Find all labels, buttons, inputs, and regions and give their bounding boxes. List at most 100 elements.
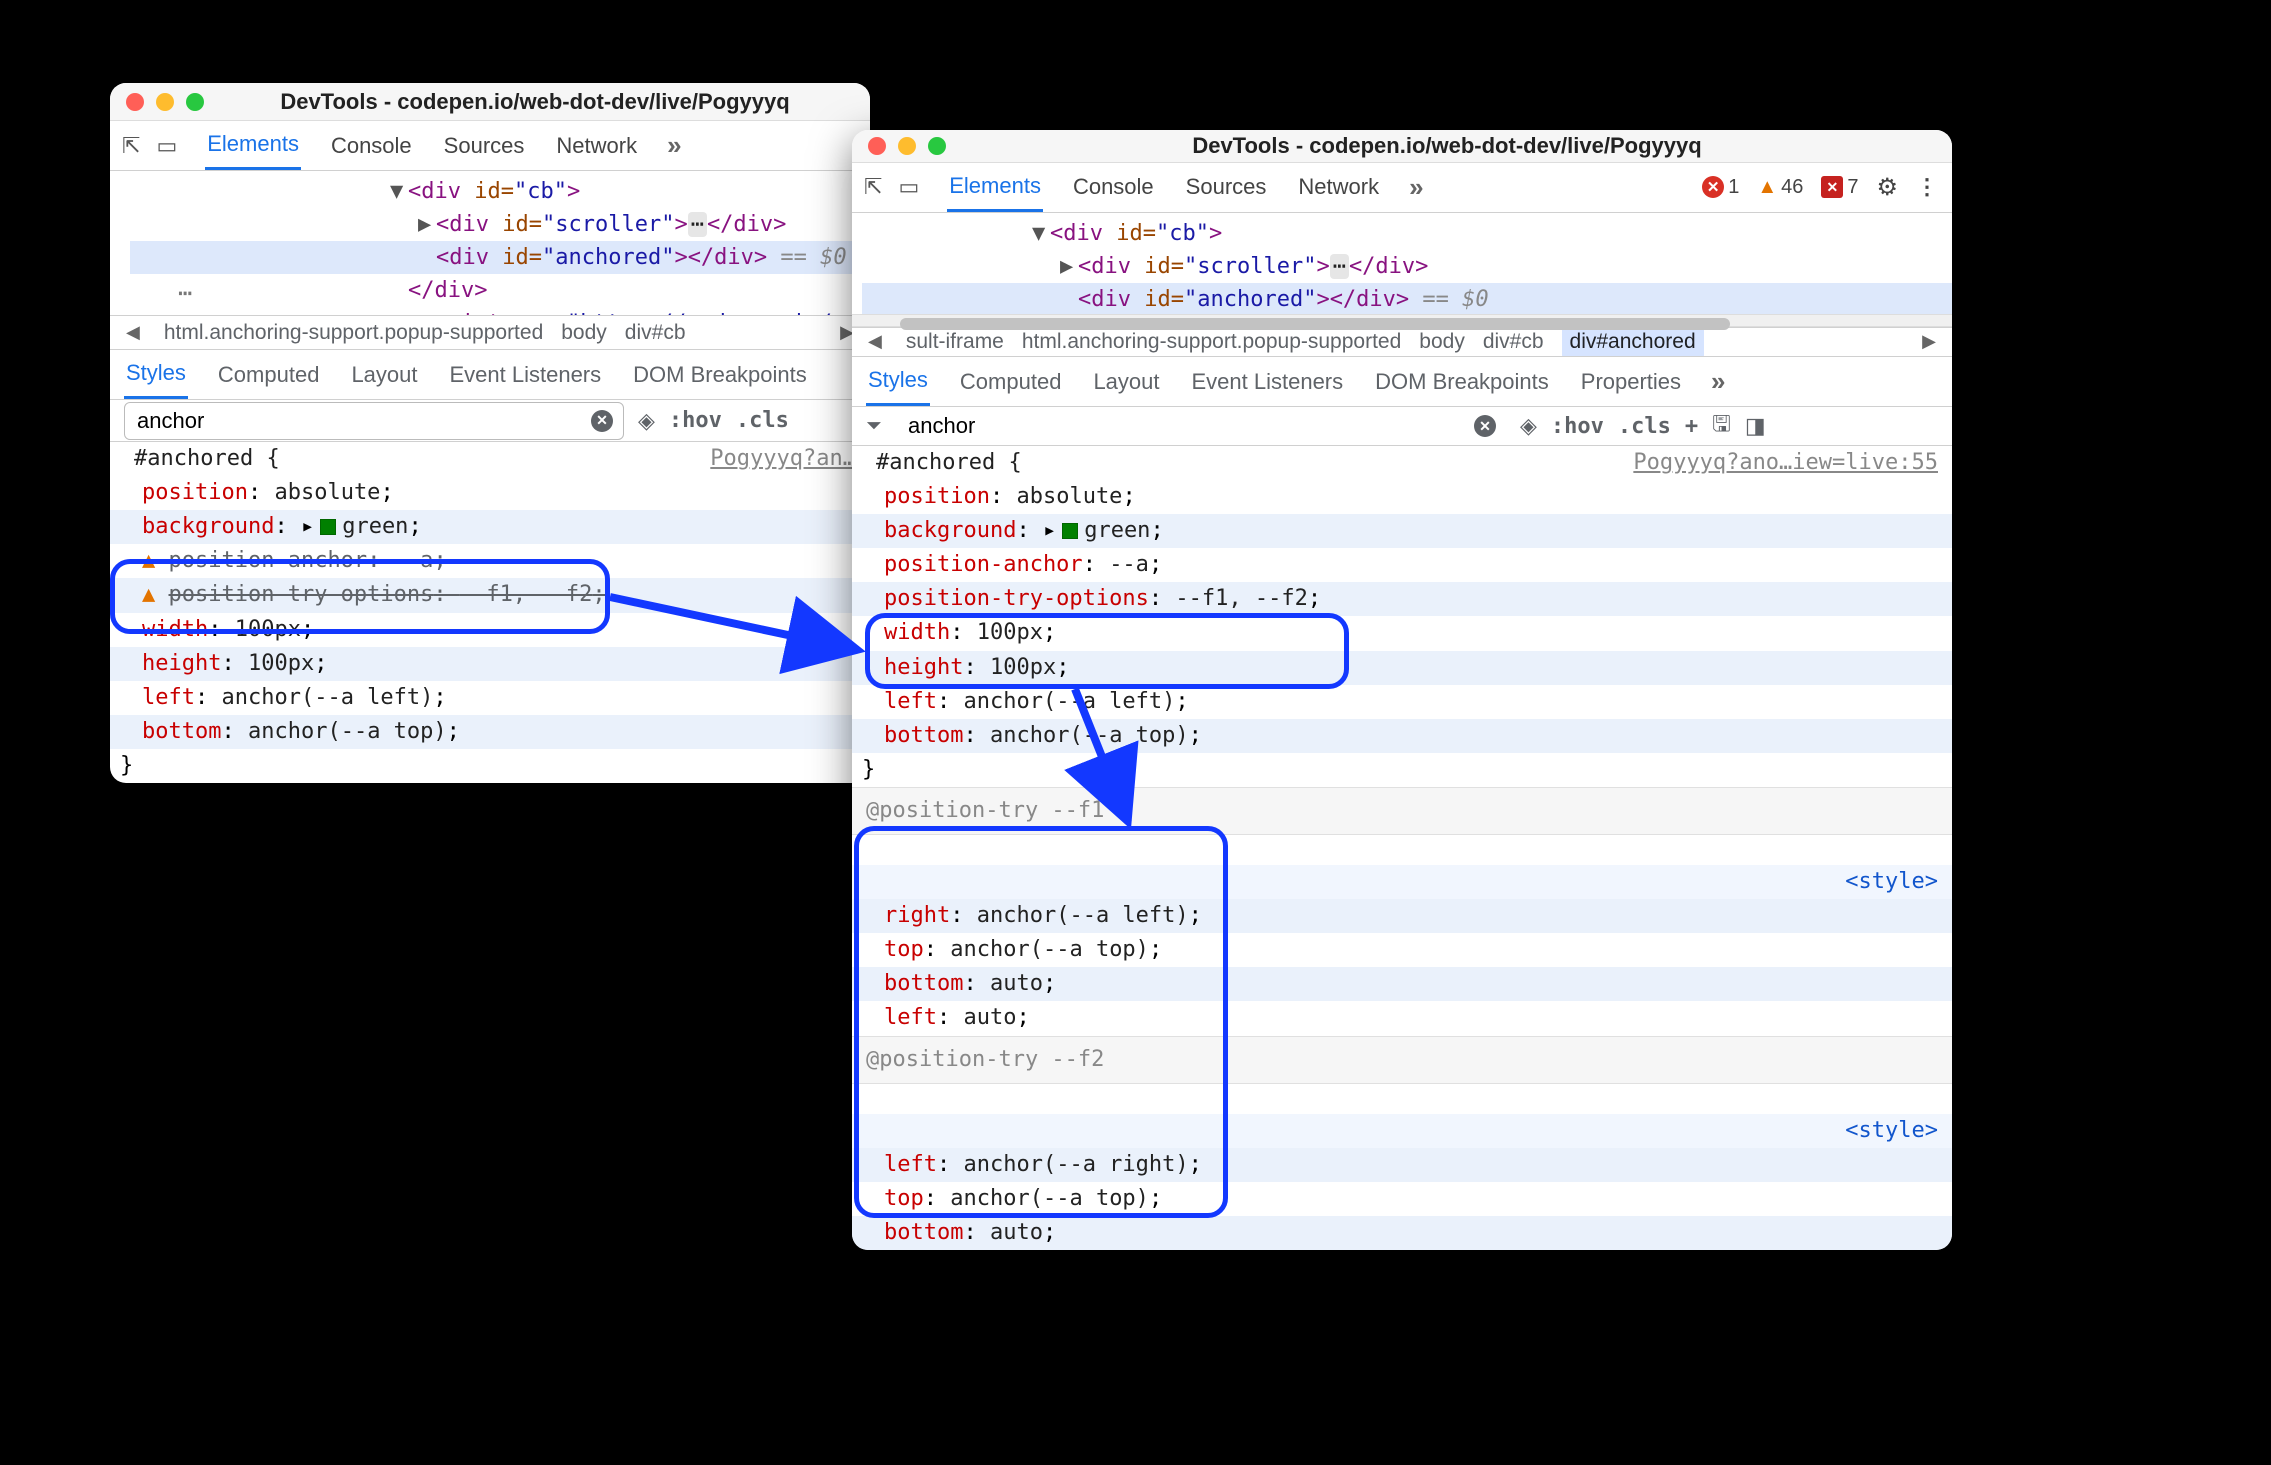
close-icon[interactable] (868, 137, 886, 155)
css-property[interactable]: left (884, 1005, 937, 1030)
subtab-layout[interactable]: Layout (1091, 359, 1161, 405)
maximize-icon[interactable] (186, 93, 204, 111)
expand-icon[interactable]: ⋯ (688, 212, 707, 237)
layers-icon[interactable]: ◈ (1520, 413, 1537, 439)
filter-input[interactable] (906, 412, 1466, 440)
css-property[interactable]: left (884, 1152, 937, 1177)
chevron-left-icon[interactable]: ◀ (120, 322, 146, 343)
css-value[interactable]: green (342, 510, 408, 544)
subtab-eventlisteners[interactable]: Event Listeners (1190, 359, 1346, 405)
css-property[interactable]: position-anchor (169, 548, 368, 573)
css-declaration[interactable]: height: 100px; (110, 647, 870, 681)
panel-layout-icon[interactable]: ◨ (1745, 413, 1766, 439)
css-declaration[interactable]: height: 100px; (852, 651, 1952, 685)
css-property[interactable]: position (884, 484, 990, 509)
css-value[interactable]: absolute (274, 480, 380, 505)
device-toolbar-icon[interactable]: ▭ (156, 133, 177, 159)
more-tabs-icon[interactable]: » (1409, 172, 1421, 203)
errors-badge[interactable]: ✕1 (1702, 176, 1739, 199)
tab-elements[interactable]: Elements (947, 163, 1043, 212)
css-property[interactable]: background (142, 514, 274, 539)
css-property[interactable]: top (884, 1186, 924, 1211)
css-value[interactable]: auto (990, 1220, 1043, 1245)
css-value[interactable]: anchor(--a top) (950, 937, 1149, 962)
css-declaration[interactable]: background: ▸ green; (110, 510, 870, 544)
elements-panel[interactable]: ⋯ ▼<div id="cb"> ▶<div id="scroller">⋯</… (110, 171, 870, 315)
subtab-dombreakpoints[interactable]: DOM Breakpoints (1373, 359, 1551, 405)
css-property[interactable]: background (884, 518, 1016, 543)
css-value[interactable]: 100px (990, 655, 1056, 680)
css-property[interactable]: width (884, 620, 950, 645)
css-property[interactable]: bottom (142, 719, 221, 744)
css-property[interactable]: height (142, 651, 221, 676)
tab-sources[interactable]: Sources (442, 123, 527, 169)
css-declaration[interactable]: width: 100px; (852, 616, 1952, 650)
style-source-link[interactable]: <style> (852, 865, 1952, 899)
css-value[interactable]: 100px (235, 617, 301, 642)
css-declaration[interactable]: position-anchor: --a; (852, 548, 1952, 582)
crumb-anchored[interactable]: div#anchored (1562, 327, 1704, 357)
elements-panel[interactable]: ▼<div id="cb"> ▶<div id="scroller">⋯</di… (852, 213, 1952, 314)
gear-icon[interactable]: ⚙ (1876, 173, 1898, 202)
messages-badge[interactable]: ✕7 (1821, 176, 1858, 199)
selector-text[interactable]: #anchored { (866, 446, 1022, 480)
tab-network[interactable]: Network (1296, 164, 1381, 210)
css-declaration[interactable]: background: ▸ green; (852, 514, 1952, 548)
crumb-body[interactable]: body (561, 321, 607, 345)
css-value[interactable]: anchor(--a right) (963, 1152, 1188, 1177)
layers-icon[interactable]: ◈ (638, 408, 655, 434)
css-declaration[interactable]: top: anchor(--a top); (852, 933, 1952, 967)
tab-elements[interactable]: Elements (205, 121, 301, 170)
subtab-eventlisteners[interactable]: Event Listeners (448, 352, 604, 398)
minimize-icon[interactable] (898, 137, 916, 155)
css-declaration[interactable]: position: absolute; (852, 480, 1952, 514)
css-property[interactable]: left (884, 689, 937, 714)
expand-triangle-icon[interactable]: ▸ (301, 510, 314, 544)
disclosure-triangle-icon[interactable]: ▼ (390, 175, 408, 208)
css-declaration[interactable]: position-try-options: --f1, --f2; (852, 582, 1952, 616)
css-declaration[interactable]: width: 100px; (110, 613, 870, 647)
css-declaration[interactable]: left: anchor(--a left); (110, 681, 870, 715)
css-value[interactable]: auto (990, 971, 1043, 996)
css-value[interactable]: auto (963, 1005, 1016, 1030)
subtab-styles[interactable]: Styles (866, 357, 930, 406)
expand-triangle-icon[interactable]: ▸ (1043, 514, 1056, 548)
disclosure-triangle-icon[interactable]: ▼ (1032, 217, 1050, 250)
crumb-divcb[interactable]: div#cb (1483, 330, 1544, 354)
subtab-dombreakpoints[interactable]: DOM Breakpoints (631, 352, 809, 398)
inspect-icon[interactable]: ⇱ (864, 174, 882, 200)
css-declaration[interactable]: left: anchor(--a right); (852, 1148, 1952, 1182)
css-value[interactable]: green (1084, 514, 1150, 548)
close-icon[interactable] (126, 93, 144, 111)
clear-filter-icon[interactable]: ✕ (591, 410, 613, 432)
css-property[interactable]: position-try-options (884, 586, 1149, 611)
css-property[interactable]: top (884, 937, 924, 962)
css-property[interactable]: position-try-options (169, 582, 434, 607)
disclosure-triangle-icon[interactable]: ▶ (1060, 250, 1078, 283)
css-declaration[interactable]: bottom: anchor(--a top); (852, 719, 1952, 753)
subtab-layout[interactable]: Layout (349, 352, 419, 398)
css-value[interactable]: --f1, --f2 (460, 582, 592, 607)
src-link[interactable]: "https://codepen.io/web-dot-d (567, 311, 870, 315)
computed-toggle-icon[interactable]: 🖫 (1712, 407, 1731, 445)
more-tabs-icon[interactable]: » (1711, 366, 1723, 397)
scrollbar-thumb[interactable] (900, 318, 1730, 330)
selector-text[interactable]: #anchored { (124, 442, 280, 476)
crumb-iframe[interactable]: sult-iframe (906, 330, 1004, 354)
expand-icon[interactable]: ⋯ (1330, 254, 1349, 279)
css-property[interactable]: position-anchor (884, 552, 1083, 577)
rule-source-link[interactable]: Pogyyyq?ano…iew=live:55 (1633, 446, 1938, 480)
tab-network[interactable]: Network (554, 123, 639, 169)
at-rule-header[interactable]: @position-try --f2 (852, 1036, 1952, 1084)
tab-console[interactable]: Console (329, 123, 414, 169)
styles-pane[interactable]: #anchored {Pogyyyq?an… position: absolut… (110, 442, 870, 783)
css-value[interactable]: absolute (1016, 484, 1122, 509)
css-value[interactable]: anchor(--a top) (990, 723, 1189, 748)
css-value[interactable]: --a (394, 548, 434, 573)
subtab-styles[interactable]: Styles (124, 350, 188, 399)
css-declaration[interactable]: left: anchor(--a left); (852, 685, 1952, 719)
css-value[interactable]: anchor(--a left) (977, 903, 1189, 928)
chevron-right-icon[interactable]: ▶ (1916, 331, 1942, 352)
css-declaration[interactable]: position: absolute; (110, 476, 870, 510)
cls-button[interactable]: .cls (1618, 414, 1671, 439)
